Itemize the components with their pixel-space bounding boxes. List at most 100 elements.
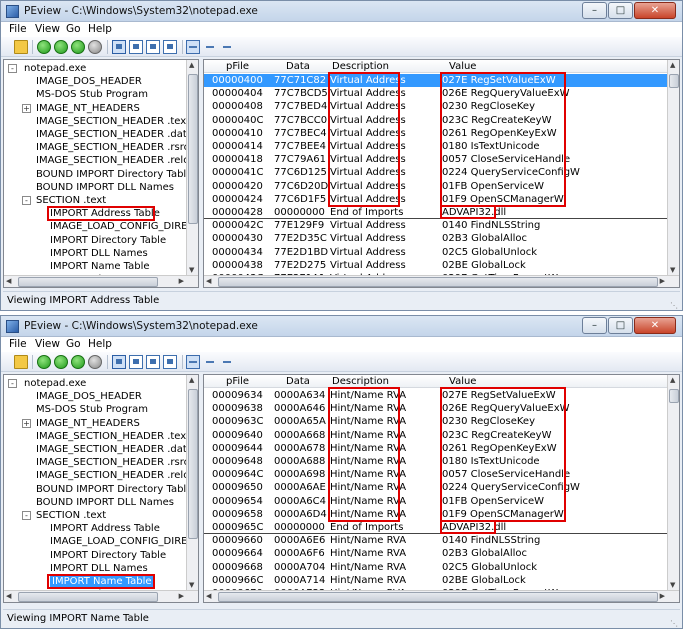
view-hex-icon[interactable] [112, 40, 126, 54]
tree-item[interactable]: SECTION .text [36, 509, 106, 522]
go-back-icon[interactable] [37, 355, 51, 369]
view-hex-icon[interactable] [112, 355, 126, 369]
close-button[interactable]: ✕ [634, 317, 676, 334]
list-horizontal-scrollbar[interactable]: ◀ ▶ [204, 275, 679, 287]
maximize-button[interactable]: □ [608, 2, 633, 19]
list-horizontal-scrollbar[interactable]: ◀ ▶ [204, 590, 679, 602]
table-row[interactable]: 00000438 77E2D275 Virtual Address 02BE Glob… [204, 259, 669, 272]
table-row[interactable]: 00000434 77E2D1BD Virtual Address 02C5 Glob… [204, 246, 669, 259]
tree-item[interactable]: notepad.exe [24, 62, 86, 75]
column-header[interactable]: Value [449, 375, 476, 388]
column-header[interactable]: Value [449, 60, 476, 73]
view-mode-2-icon[interactable] [203, 40, 217, 54]
details-list[interactable]: pFile Data Description Value 00000400 77C71C8… [203, 59, 680, 288]
table-row[interactable]: 00009648 0000A688 Hint/Name RVA 0180 IsText… [204, 455, 669, 468]
view-byte-icon[interactable] [129, 355, 143, 369]
tree-item[interactable]: IMAGE_SECTION_HEADER .rsrc [36, 456, 189, 469]
tree-expander-icon[interactable]: - [8, 64, 17, 73]
tree-item[interactable]: BOUND IMPORT Directory Table [36, 168, 192, 181]
tree-item[interactable]: IMAGE_DOS_HEADER [36, 390, 142, 403]
go-back-icon[interactable] [37, 40, 51, 54]
tree-expander-icon[interactable]: - [22, 196, 31, 205]
tree-item[interactable]: IMPORT DLL Names [50, 247, 148, 260]
table-row[interactable]: 00009660 0000A6E6 Hint/Name RVA 0140 FindNL… [204, 534, 669, 547]
table-row[interactable]: 0000965C 00000000 End of Imports ADVAPI32.d… [204, 521, 669, 534]
resize-grip-icon[interactable]: ⋱ [668, 615, 678, 628]
tree-item[interactable]: IMAGE_NT_HEADERS [36, 102, 140, 115]
open-folder-icon[interactable] [14, 355, 28, 369]
go-up-icon[interactable] [71, 40, 85, 54]
maximize-button[interactable]: □ [608, 317, 633, 334]
tree-item[interactable]: IMAGE_SECTION_HEADER .text [36, 430, 190, 443]
table-row[interactable]: 0000042C 77E129F9 Virtual Address 0140 Find… [204, 219, 669, 232]
tree-item[interactable]: IMPORT Address Table [50, 207, 160, 220]
menu-view[interactable]: View [35, 338, 60, 350]
column-header[interactable]: Description [332, 375, 389, 388]
column-header[interactable]: Data [286, 375, 310, 388]
table-row[interactable]: 0000041C 77C6D125 Virtual Address 0224 Quer… [204, 166, 669, 179]
table-row[interactable]: 00000410 77C7BEC4 Virtual Address 0261 RegO… [204, 127, 669, 140]
tree-item[interactable]: IMAGE_SECTION_HEADER .data [36, 128, 193, 141]
table-row[interactable]: 00000400 77C71C82 Virtual Address 027E RegS… [204, 74, 669, 87]
view-mode-1-icon[interactable] [186, 40, 200, 54]
tree-item[interactable]: IMPORT Directory Table [50, 234, 166, 247]
go-forward-icon[interactable] [54, 40, 68, 54]
tree-item[interactable]: IMAGE_DOS_HEADER [36, 75, 142, 88]
tree-item[interactable]: notepad.exe [24, 377, 86, 390]
minimize-button[interactable]: – [582, 317, 607, 334]
table-row[interactable]: 00000430 77E2D35C Virtual Address 02B3 Glob… [204, 232, 669, 245]
table-row[interactable]: 00009638 0000A646 Hint/Name RVA 026E RegQue… [204, 402, 669, 415]
menu-file[interactable]: File [9, 338, 27, 350]
column-header[interactable]: Description [332, 60, 389, 73]
tree-vertical-scrollbar[interactable]: ▲ ▼ [186, 375, 198, 590]
table-row[interactable]: 00009640 0000A668 Hint/Name RVA 023C RegCre… [204, 429, 669, 442]
details-list[interactable]: pFile Data Description Value 00009634 0000A63… [203, 374, 680, 603]
table-row[interactable]: 0000964C 0000A698 Hint/Name RVA 0057 CloseS… [204, 468, 669, 481]
view-word-icon[interactable] [146, 40, 160, 54]
tree-horizontal-scrollbar[interactable]: ◀ ▶ [4, 590, 198, 602]
view-dword-icon[interactable] [163, 40, 177, 54]
tree-item[interactable]: IMPORT Name Table [50, 575, 154, 588]
tree-item[interactable]: IMAGE_NT_HEADERS [36, 417, 140, 430]
close-button[interactable]: ✕ [634, 2, 676, 19]
table-row[interactable]: 0000963C 0000A65A Hint/Name RVA 0230 RegClo… [204, 415, 669, 428]
column-header[interactable]: pFile [226, 60, 249, 73]
tree-horizontal-scrollbar[interactable]: ◀ ▶ [4, 275, 198, 287]
structure-tree[interactable]: - notepad.exe IMAGE_DOS_HEADER MS-DOS Stub … [3, 374, 199, 603]
tree-item[interactable]: IMAGE_SECTION_HEADER .text [36, 115, 190, 128]
table-row[interactable]: 00009650 0000A6AE Hint/Name RVA 0224 QueryS… [204, 481, 669, 494]
minimize-button[interactable]: – [582, 2, 607, 19]
tree-expander-icon[interactable]: + [22, 103, 31, 113]
table-row[interactable]: 00000420 77C6D20D Virtual Address 01FB Open… [204, 180, 669, 193]
table-row[interactable]: 00009644 0000A678 Hint/Name RVA 0261 RegOpe… [204, 442, 669, 455]
structure-tree[interactable]: - notepad.exe IMAGE_DOS_HEADER MS-DOS Stub … [3, 59, 199, 288]
table-row[interactable]: 00000408 77C7BED4 Virtual Address 0230 RegC… [204, 100, 669, 113]
view-mode-3-icon[interactable] [220, 40, 234, 54]
table-row[interactable]: 00009654 0000A6C4 Hint/Name RVA 01FB OpenSe… [204, 495, 669, 508]
table-row[interactable]: 00009668 0000A704 Hint/Name RVA 02C5 Global… [204, 561, 669, 574]
tree-item[interactable]: BOUND IMPORT DLL Names [36, 181, 174, 194]
menu-file[interactable]: File [9, 23, 27, 35]
view-mode-2-icon[interactable] [203, 355, 217, 369]
resize-grip-icon[interactable]: ⋱ [668, 297, 678, 310]
table-row[interactable]: 00000414 77C7BEE4 Virtual Address 0180 IsTe… [204, 140, 669, 153]
tree-item[interactable]: IMPORT Name Table [50, 260, 150, 273]
view-mode-3-icon[interactable] [220, 355, 234, 369]
tree-item[interactable]: BOUND IMPORT Directory Table [36, 483, 192, 496]
go-down-icon[interactable] [88, 355, 102, 369]
title-bar[interactable]: PEview - C:\Windows\System32\notepad.exe… [1, 1, 682, 22]
tree-item[interactable]: IMAGE_LOAD_CONFIG_DIREC [50, 535, 194, 548]
table-row[interactable]: 0000040C 77C7BCC0 Virtual Address 023C RegC… [204, 114, 669, 127]
tree-item[interactable]: IMPORT Address Table [50, 522, 160, 535]
table-row[interactable]: 00009658 0000A6D4 Hint/Name RVA 01F9 OpenSC… [204, 508, 669, 521]
tree-item[interactable]: IMPORT DLL Names [50, 562, 148, 575]
table-row[interactable]: 0000966C 0000A714 Hint/Name RVA 02BE Global… [204, 574, 669, 587]
tree-item[interactable]: IMAGE_SECTION_HEADER .reloc [36, 154, 195, 167]
table-row[interactable]: 00000404 77C7BCD5 Virtual Address 026E RegQ… [204, 87, 669, 100]
tree-item[interactable]: MS-DOS Stub Program [36, 88, 148, 101]
menu-go[interactable]: Go [66, 338, 81, 350]
table-row[interactable]: 00000428 00000000 End of Imports ADVAPI32.d… [204, 206, 669, 219]
column-header[interactable]: Data [286, 60, 310, 73]
table-row[interactable]: 00009664 0000A6F6 Hint/Name RVA 02B3 Global… [204, 547, 669, 560]
tree-vertical-scrollbar[interactable]: ▲ ▼ [186, 60, 198, 275]
